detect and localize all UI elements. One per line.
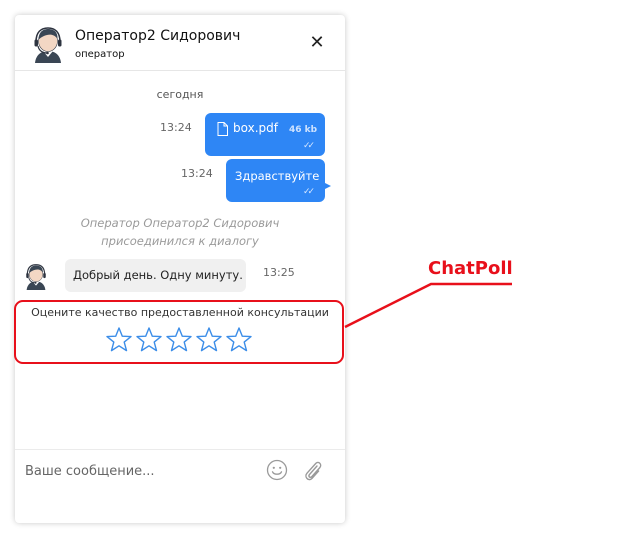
annotation-pointer [344,282,512,329]
annotation-label: ChatPoll [428,258,513,279]
